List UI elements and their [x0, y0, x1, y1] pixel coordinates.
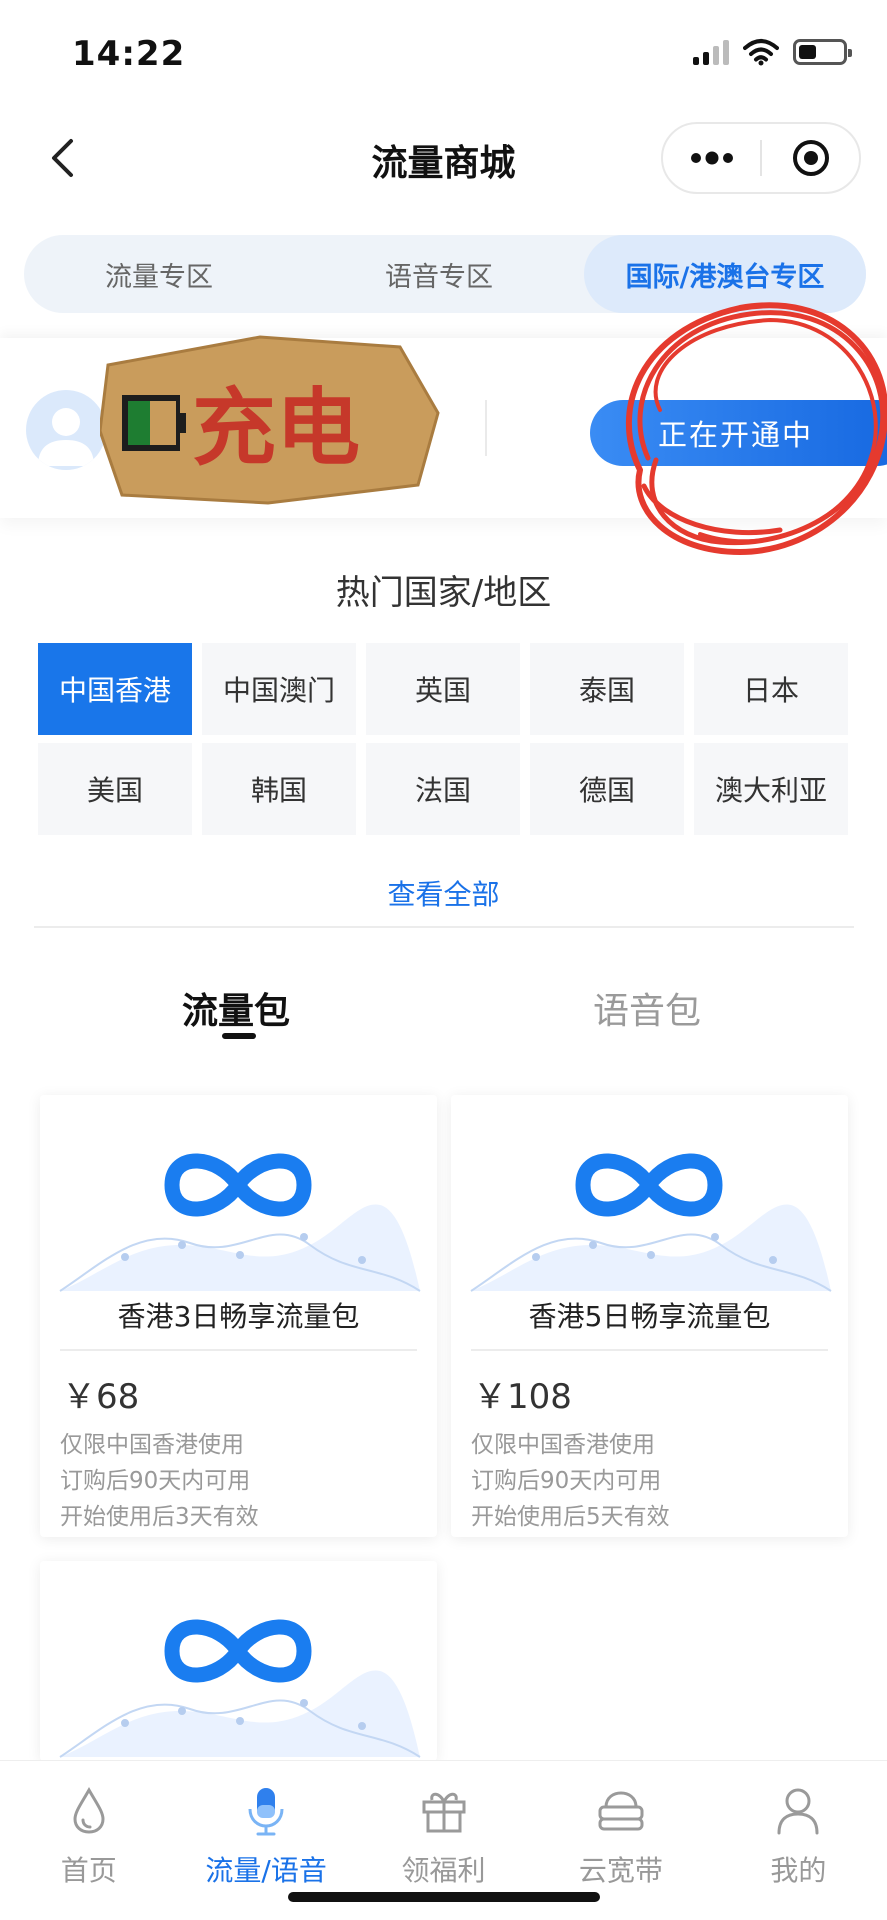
region-macau[interactable]: 中国澳门 — [202, 643, 356, 735]
region-uk[interactable]: 英国 — [366, 643, 520, 735]
tab-underline — [222, 1033, 256, 1039]
nav-label: 我的 — [770, 1854, 827, 1887]
zone-tabs: 流量专区 语音专区 国际/港澳台专区 — [24, 235, 866, 313]
product-desc-line: 订购后90天内可用 — [60, 1468, 251, 1494]
product-price: ￥108 — [473, 1377, 572, 1417]
svg-text:充电: 充电 — [192, 379, 360, 477]
nav-label: 云宽带 — [578, 1854, 663, 1887]
product-visual — [40, 1095, 437, 1295]
region-korea[interactable]: 韩国 — [202, 743, 356, 835]
product-name: 香港5日畅享流量包 — [528, 1300, 771, 1333]
infinity-icon — [470, 1153, 832, 1292]
infinity-icon — [59, 1619, 421, 1758]
region-thailand[interactable]: 泰国 — [530, 643, 684, 735]
nav-label: 流量/语音 — [205, 1854, 327, 1887]
product-desc-line: 仅限中国香港使用 — [60, 1432, 244, 1458]
product-visual — [451, 1095, 848, 1295]
view-all-link[interactable]: 查看全部 — [0, 873, 887, 913]
nav-label: 首页 — [60, 1854, 117, 1887]
hot-regions-title: 热门国家/地区 — [335, 573, 552, 613]
product-desc-line: 开始使用后3天有效 — [60, 1504, 259, 1530]
nav-label: 领福利 — [401, 1854, 486, 1887]
status-time: 14:22 — [72, 34, 186, 74]
wifi-icon — [743, 39, 779, 66]
opening-status-button[interactable]: 正在开通中 — [590, 400, 887, 466]
product-card[interactable]: 香港5日畅享流量包 ￥108 仅限中国香港使用 订购后90天内可用 开始使用后5… — [451, 1095, 848, 1537]
product-card[interactable]: 香港3日畅享流量包 ￥68 仅限中国香港使用 订购后90天内可用 开始使用后3天… — [40, 1095, 437, 1537]
region-japan[interactable]: 日本 — [694, 643, 848, 735]
product-desc-line: 订购后90天内可用 — [471, 1468, 662, 1494]
card-divider — [471, 1349, 828, 1351]
nav-item-home[interactable]: 首页 — [0, 1761, 177, 1920]
region-hongkong[interactable]: 中国香港 — [38, 643, 192, 735]
drop-icon — [61, 1783, 117, 1839]
status-icons — [693, 38, 852, 66]
tab-international-zone[interactable]: 国际/港澳台专区 — [584, 235, 866, 313]
charging-sticker: 充电 — [100, 335, 440, 505]
user-icon — [770, 1783, 826, 1839]
tab-voice-zone[interactable]: 语音专区 — [294, 235, 584, 313]
microphone-icon — [238, 1783, 294, 1839]
product-card[interactable] — [40, 1561, 437, 1761]
tab-data-zone[interactable]: 流量专区 — [24, 235, 294, 313]
close-button[interactable] — [762, 124, 859, 192]
region-france[interactable]: 法国 — [366, 743, 520, 835]
product-desc-line: 开始使用后5天有效 — [471, 1504, 670, 1530]
region-germany[interactable]: 德国 — [530, 743, 684, 835]
card-divider — [485, 400, 487, 456]
product-price: ￥68 — [62, 1377, 140, 1417]
region-grid: 中国香港 中国澳门 英国 泰国 日本 美国 韩国 法国 德国 澳大利亚 — [38, 643, 850, 835]
more-button[interactable] — [663, 124, 760, 192]
gift-icon — [416, 1783, 472, 1839]
user-avatar-icon — [38, 408, 94, 466]
tab-data-package[interactable]: 流量包 — [182, 982, 290, 1034]
card-divider — [60, 1349, 417, 1351]
infinity-icon — [59, 1153, 421, 1292]
product-visual — [40, 1561, 437, 1761]
section-divider — [34, 926, 854, 928]
title-bar: 流量商城 — [0, 110, 887, 210]
router-icon — [593, 1783, 649, 1839]
tab-voice-package[interactable]: 语音包 — [593, 982, 701, 1034]
target-icon — [792, 140, 829, 176]
mini-program-capsule — [661, 122, 861, 194]
signal-icon — [693, 39, 729, 65]
product-name: 香港3日畅享流量包 — [117, 1300, 360, 1333]
nav-item-mine[interactable]: 我的 — [710, 1761, 887, 1920]
status-bar: 14:22 — [0, 0, 887, 110]
home-indicator — [288, 1892, 600, 1902]
region-usa[interactable]: 美国 — [38, 743, 192, 835]
product-desc-line: 仅限中国香港使用 — [471, 1432, 655, 1458]
avatar — [26, 390, 106, 470]
more-dots-icon — [690, 151, 733, 165]
region-australia[interactable]: 澳大利亚 — [694, 743, 848, 835]
battery-icon — [793, 39, 852, 65]
